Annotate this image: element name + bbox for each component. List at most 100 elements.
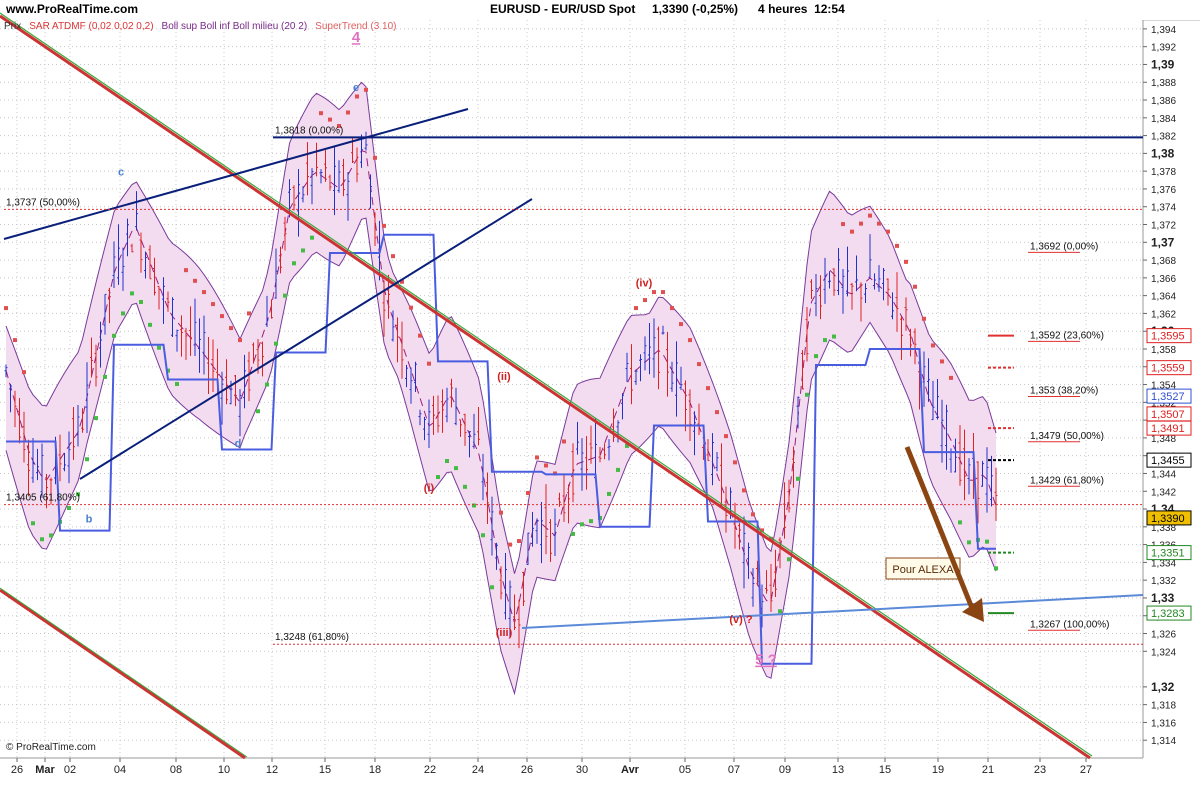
fib-label: 1,3737 (50,00%) (6, 197, 80, 208)
sar-dot (823, 338, 827, 343)
sar-dot (229, 326, 233, 331)
x-tick-label: 30 (576, 764, 588, 776)
sar-dot (391, 254, 395, 259)
wave-label: b (86, 513, 93, 525)
sar-dot (940, 359, 944, 364)
fib-right-label: 1,3429 (61,80%) (1030, 475, 1104, 486)
x-tick-label: 09 (779, 764, 791, 776)
sar-dot (211, 302, 215, 307)
y-tick-label: 1,342 (1151, 487, 1176, 498)
sar-dot (643, 298, 647, 303)
sar-dot (778, 609, 782, 614)
y-tick-label: 1,332 (1151, 576, 1176, 587)
sar-dot (283, 293, 287, 298)
x-tick-label: 08 (170, 764, 182, 776)
sar-dot (508, 542, 512, 547)
x-tick-label: 22 (424, 764, 436, 776)
y-tick-label: 1,392 (1151, 43, 1176, 54)
sar-dot (454, 466, 458, 471)
fib-right-label: 1,3592 (23,60%) (1030, 330, 1104, 341)
annotation-text: Pour ALEXA (892, 564, 954, 576)
sar-dot (31, 521, 35, 526)
wave-label: d (235, 438, 242, 450)
sar-dot (265, 382, 269, 387)
sar-dot (346, 110, 350, 115)
sar-dot (895, 243, 899, 248)
wave-label: (iii) (496, 627, 513, 639)
sar-dot (742, 488, 746, 493)
sar-dot (202, 290, 206, 295)
x-tick-label: 24 (472, 764, 484, 776)
x-tick-label: Avr (621, 764, 640, 776)
legend-supertrend: SuperTrend (3 10) (315, 21, 397, 32)
price-tag-label: 1,3507 (1151, 409, 1185, 421)
sar-dot (562, 439, 566, 444)
sar-dot (67, 506, 71, 511)
sar-dot (580, 522, 584, 527)
sar-dot (697, 362, 701, 367)
y-tick-label: 1,372 (1151, 221, 1176, 232)
sar-dot (49, 533, 53, 538)
x-tick-label: 10 (218, 764, 230, 776)
x-tick-label: 27 (1080, 764, 1092, 776)
sar-dot (355, 94, 359, 99)
wave-label: (ii) (497, 371, 511, 383)
sar-dot (121, 311, 125, 316)
price-tag-label: 1,3455 (1151, 455, 1185, 467)
sar-dot (868, 213, 872, 218)
sar-dot (967, 540, 971, 545)
x-tick-label: 18 (369, 764, 381, 776)
sar-dot (859, 221, 863, 226)
y-tick-label: 1,364 (1151, 292, 1176, 303)
x-tick-label: 02 (64, 764, 76, 776)
sar-dot (886, 229, 890, 234)
x-tick-label: 21 (982, 764, 994, 776)
sar-dot (787, 557, 791, 562)
indicator-legend: Prix SAR ATDMF (0,02 0,02 0,2) Boll sup Bo… (4, 21, 405, 32)
sar-dot (679, 322, 683, 327)
sar-dot (184, 268, 188, 273)
sar-dot (841, 222, 845, 227)
price-tag-label: 1,3491 (1151, 423, 1185, 435)
sar-dot (850, 229, 854, 234)
y-tick-label: 1,344 (1151, 469, 1176, 480)
copyright-text: © ProRealTime.com (6, 742, 96, 753)
legend-price: Prix (4, 21, 22, 32)
sar-dot (103, 374, 107, 379)
sar-dot (904, 259, 908, 264)
sar-dot (652, 290, 656, 295)
sar-dot (670, 306, 674, 311)
sar-dot (175, 381, 179, 386)
y-tick-label: 1,37 (1151, 235, 1175, 249)
sar-dot (463, 484, 467, 489)
y-tick-label: 1,326 (1151, 630, 1176, 641)
sar-dot (877, 221, 881, 226)
sar-dot (319, 111, 323, 116)
sar-dot (733, 460, 737, 465)
sar-dot (301, 248, 305, 253)
sar-dot (724, 434, 728, 439)
x-tick-label: 26 (11, 764, 23, 776)
sar-dot (913, 284, 917, 289)
sar-dot (157, 345, 161, 350)
sar-dot (805, 392, 809, 397)
sar-dot (130, 291, 134, 296)
y-tick-label: 1,368 (1151, 256, 1176, 267)
sar-dot (535, 455, 539, 460)
price-tag-label: 1,3559 (1151, 363, 1185, 375)
y-tick-label: 1,33 (1151, 591, 1175, 605)
price-chart[interactable]: 1,394 1,392 1,39 1,388 1,386 1,384 1,382 1,38 1,… (0, 0, 1200, 800)
x-tick-label: 15 (879, 764, 891, 776)
sar-dot (688, 338, 692, 343)
sar-dot (706, 386, 710, 391)
sar-dot (607, 491, 611, 496)
sar-dot (364, 87, 368, 92)
sar-dot (472, 503, 476, 508)
x-tick-label: 26 (521, 764, 533, 776)
sar-dot (220, 314, 224, 319)
sar-dot (85, 457, 89, 462)
sar-dot (427, 361, 431, 366)
fib-label: 1,3405 (61,80%) (6, 493, 80, 504)
sar-dot (958, 520, 962, 525)
sar-dot (715, 410, 719, 415)
